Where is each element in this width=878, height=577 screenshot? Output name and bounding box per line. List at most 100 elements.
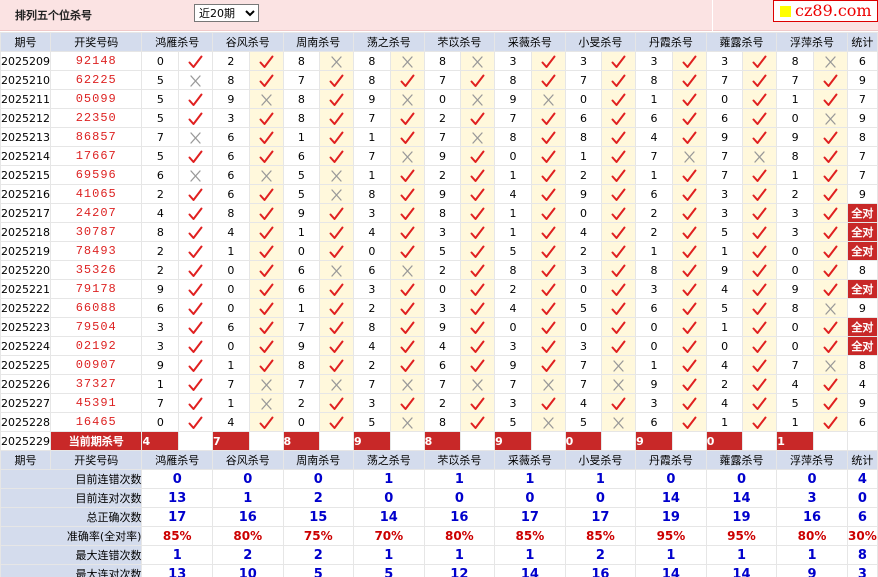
summary-value: 1 [141,545,213,565]
kill-number: 9 [423,146,462,166]
check-icon [188,340,203,353]
summary-value: 17 [564,507,637,527]
kill-number: 8 [494,260,532,280]
hit-mark [671,279,707,299]
page-title: 排列五个位杀号 [15,9,92,22]
check-icon [259,131,274,144]
hit-mark [178,146,213,166]
draw-number-cell: 02192 [49,336,143,356]
summary-value: 0 [282,469,355,489]
cross-icon [613,359,624,372]
hit-mark [460,241,496,261]
table-row: 2025218 30787 8 4 1 4 3 1 4 2 5 3 全对 [0,222,878,242]
hit-mark [248,222,284,242]
hit-mark [389,70,425,90]
kill-number: 0 [211,279,250,299]
check-icon [259,150,274,163]
kill-number: 3 [494,336,532,356]
kill-number: 2 [494,279,532,299]
period-cell: 2025209 [0,51,51,71]
draw-number-cell: 37327 [49,374,143,394]
kill-number: 7 [494,374,532,394]
hit-mark [389,108,425,128]
hit-mark [671,298,707,318]
kill-number: 6 [635,298,673,318]
stat-cell: 全对 [846,241,878,261]
check-icon [823,150,838,163]
hit-mark [601,51,637,71]
current-kill-value: 9 [494,431,532,451]
kill-number: 1 [635,355,673,375]
stat-cell: 全对 [846,203,878,223]
kill-number: 3 [776,203,814,223]
check-icon [752,93,767,106]
kill-number: 5 [564,298,603,318]
check-icon [752,359,767,372]
hit-mark [248,412,284,432]
kill-number: 3 [141,317,180,337]
draw-number-cell: 66088 [49,298,143,318]
stat-cell: 9 [846,298,878,318]
check-icon [400,397,415,410]
check-icon [188,416,203,429]
header-row: 期号 开奖号码 鸿雁杀号 谷风杀号 周南杀号 荡之杀号 芣苡杀号 采薇杀号 小旻杀号 丹霞杀号 蕹露… [0,450,878,470]
kill-number: 7 [705,146,744,166]
column-header: 开奖号码 [49,450,143,470]
kill-number: 0 [282,412,321,432]
kill-number: 7 [141,393,180,413]
hit-mark [389,165,425,185]
summary-value: 1 [564,469,637,489]
check-icon [611,169,626,182]
check-icon [682,321,697,334]
table-row: 2025228 16465 0 4 0 5 8 5 5 6 1 1 6 [0,412,878,432]
summary-value: 13 [141,564,213,577]
stat-cell: 8 [846,260,878,280]
summary-value: 14 [635,564,707,577]
header-row: 期号 开奖号码 鸿雁杀号 谷风杀号 周南杀号 荡之杀号 芣苡杀号 采薇杀号 小旻杀号 丹霞杀号 蕹露… [0,32,878,52]
check-icon [329,397,344,410]
summary-value: 3 [846,564,878,577]
kill-number: 9 [635,374,673,394]
hit-mark [178,184,213,204]
check-icon [611,264,626,277]
check-icon [541,245,556,258]
column-header: 统计 [846,32,878,52]
check-icon [400,340,415,353]
hit-mark [530,336,566,356]
hit-mark [248,279,284,299]
column-header: 谷风杀号 [211,450,284,470]
hit-mark [742,222,778,242]
kill-number: 0 [353,241,391,261]
kill-number: 2 [776,184,814,204]
kill-number: 9 [705,260,744,280]
period-cell: 2025226 [0,374,51,394]
period-range-select[interactable]: 近20期 [194,4,259,22]
column-header: 丹霞杀号 [635,32,707,52]
hit-mark [601,298,637,318]
check-icon [470,321,485,334]
table-row: 2025216 41065 2 6 5 8 9 4 9 6 3 2 9 [0,184,878,204]
kill-number: 1 [211,393,250,413]
site-logo[interactable]: cz89.com [773,0,878,22]
kill-number: 9 [211,89,250,109]
hit-mark [742,336,778,356]
hit-mark [812,241,848,261]
check-icon [682,93,697,106]
check-icon [188,55,203,68]
kill-number: 5 [353,412,391,432]
draw-number-cell: 35326 [49,260,143,280]
hit-mark [812,70,848,90]
hit-mark [248,146,284,166]
check-icon [188,283,203,296]
check-icon [259,188,274,201]
kill-number: 5 [705,222,744,242]
kill-number: 1 [776,412,814,432]
kill-number: 8 [353,51,391,71]
hit-mark [319,127,355,147]
check-icon [541,264,556,277]
check-icon [823,397,838,410]
current-kill-label: 当前期杀号 [49,431,143,451]
kill-number: 0 [141,51,180,71]
kill-number: 1 [776,89,814,109]
table-row: 2025214 17667 5 6 6 7 9 0 1 7 7 8 7 [0,146,878,166]
